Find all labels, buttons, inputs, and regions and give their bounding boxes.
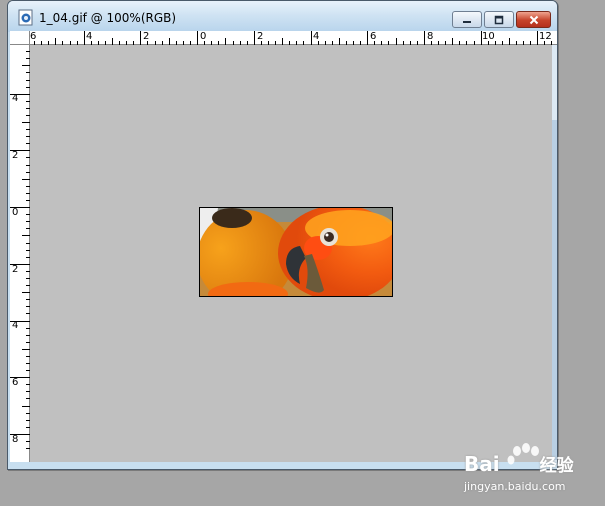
ruler-label: 10 (482, 31, 495, 42)
parrot-image[interactable] (199, 207, 393, 297)
ruler-origin-corner[interactable] (10, 31, 30, 45)
watermark-brand-cn: 经验 (539, 456, 574, 476)
ruler-label: 6 (30, 31, 37, 42)
watermark-brand: Bai 经验 (464, 451, 574, 476)
ruler-label: 6 (370, 31, 377, 42)
ruler-label: 8 (427, 31, 434, 42)
canvas-area[interactable] (30, 45, 552, 462)
watermark-url: jingyan.baidu.com (464, 480, 566, 493)
ruler-label: 2 (143, 31, 150, 42)
document-body: 6 4 2 0 2 4 6 8 10 12 6 4 2 0 2 4 6 8 (7, 0, 558, 470)
ruler-label: 2 (12, 264, 19, 275)
vertical-ruler[interactable]: 6 4 2 0 2 4 6 8 (10, 38, 30, 462)
ruler-label: 6 (12, 377, 19, 388)
ruler-label: 4 (12, 320, 19, 331)
watermark-brand-latin: Bai (464, 452, 500, 476)
ruler-label: 0 (200, 31, 207, 42)
parrot-picture (200, 208, 392, 296)
ruler-label: 0 (12, 207, 19, 218)
ruler-label: 12 (539, 31, 552, 42)
ruler-label: 2 (12, 150, 19, 161)
ruler-label: 4 (313, 31, 320, 42)
ruler-label: 4 (12, 93, 19, 104)
scrollbar-thumb[interactable] (552, 120, 557, 460)
horizontal-ruler[interactable]: 6 4 2 0 2 4 6 8 10 12 (10, 31, 557, 45)
vertical-ruler-ticks (10, 51, 30, 449)
ruler-label: 2 (257, 31, 264, 42)
ruler-label: 8 (12, 434, 19, 445)
ruler-label: 4 (86, 31, 93, 42)
